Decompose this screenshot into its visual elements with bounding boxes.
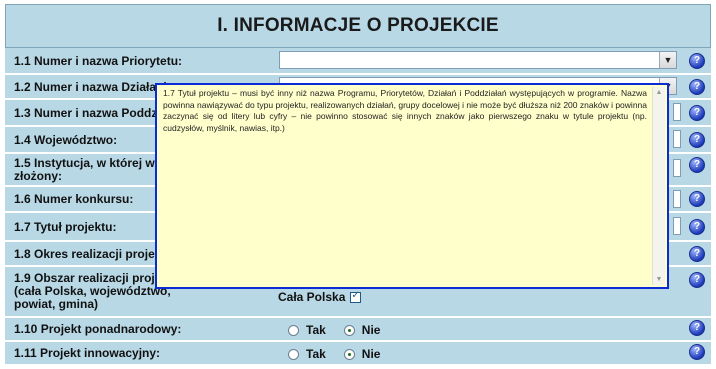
tooltip-scrollbar[interactable]: ▲ ▼ (652, 87, 665, 285)
chevron-down-icon[interactable]: ▼ (659, 52, 676, 68)
tytul-projektu-input[interactable] (673, 217, 681, 235)
help-icon[interactable]: ? (689, 272, 705, 288)
help-icon[interactable]: ? (689, 79, 705, 95)
help-icon[interactable]: ? (689, 191, 705, 207)
row-label: 1.2 Numer i nazwa Działania: (14, 80, 178, 94)
help-tooltip-popup: 1.7 Tytuł projektu – musi być inny niż n… (155, 83, 669, 289)
help-icon[interactable]: ? (689, 219, 705, 235)
row-label-cont: powiat, gmina) (14, 297, 98, 311)
help-icon[interactable]: ? (689, 344, 705, 360)
row-label: 1.7 Tytuł projektu: (14, 220, 117, 234)
tak-radio[interactable] (288, 348, 299, 360)
row-label: 1.1 Numer i nazwa Priorytetu: (14, 54, 183, 68)
wojewodztwo-select[interactable] (673, 130, 681, 148)
ponadnarodowy-radio-group: Tak Nie (288, 323, 380, 337)
scroll-down-icon[interactable]: ▼ (653, 274, 665, 285)
nie-radio[interactable] (343, 348, 355, 360)
numer-konkursu-input[interactable] (673, 190, 681, 208)
tak-label: Tak (306, 323, 326, 337)
tak-radio[interactable] (288, 324, 299, 336)
section-header: I. INFORMACJE O PROJEKCIE (5, 4, 711, 48)
row-label: 1.11 Projekt innowacyjny: (14, 346, 161, 360)
priorytet-select[interactable]: ▼ (279, 51, 677, 69)
cala-polska-checkbox[interactable] (350, 290, 362, 304)
cala-polska-label: Cała Polska (278, 290, 346, 304)
row-innowacyjny: 1.11 Projekt innowacyjny: Tak Nie ? (5, 342, 711, 364)
section-title: I. INFORMACJE O PROJEKCIE (217, 15, 499, 36)
help-icon[interactable]: ? (689, 157, 705, 173)
tooltip-text: 1.7 Tytuł projektu – musi być inny niż n… (163, 88, 647, 133)
help-icon[interactable]: ? (689, 132, 705, 148)
nie-label: Nie (361, 347, 381, 361)
help-icon[interactable]: ? (689, 320, 705, 336)
cala-polska-option: Cała Polska (278, 290, 362, 304)
row-label: 1.10 Projekt ponadnarodowy: (14, 322, 182, 336)
nie-label: Nie (361, 323, 381, 337)
row-label-cont: złożony: (14, 169, 62, 183)
row-priorytet: 1.1 Numer i nazwa Priorytetu: ▼ ? (5, 48, 711, 73)
row-label: 1.3 Numer i nazwa Poddz (14, 106, 158, 120)
poddzialanie-select[interactable] (673, 103, 681, 121)
innowacyjny-radio-group: Tak Nie (288, 347, 380, 361)
nie-radio[interactable] (343, 324, 355, 336)
help-icon[interactable]: ? (689, 246, 705, 262)
row-ponadnarodowy: 1.10 Projekt ponadnarodowy: Tak Nie ? (5, 318, 711, 340)
row-label: 1.8 Okres realizacji proje (14, 247, 155, 261)
tak-label: Tak (306, 347, 326, 361)
row-label: 1.4 Województwo: (14, 133, 118, 147)
instytucja-select[interactable] (673, 159, 681, 177)
scroll-up-icon[interactable]: ▲ (653, 87, 665, 98)
help-icon[interactable]: ? (689, 105, 705, 121)
help-icon[interactable]: ? (689, 53, 705, 69)
row-label: 1.6 Numer konkursu: (14, 192, 134, 206)
